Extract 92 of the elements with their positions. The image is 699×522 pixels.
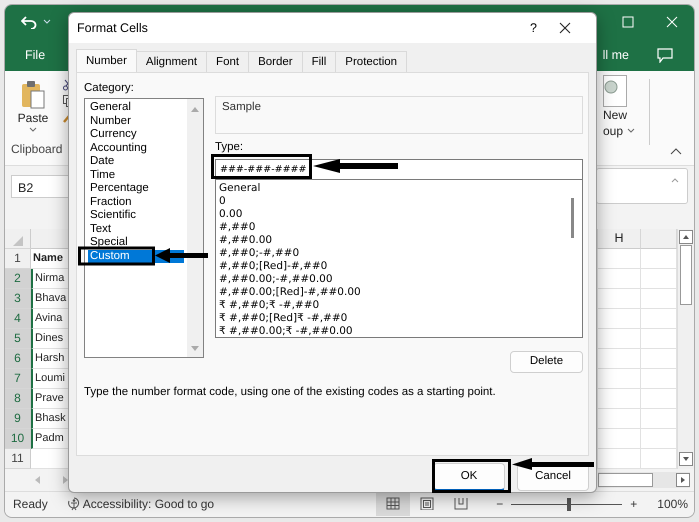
table-cell [598,289,641,309]
caret-icon[interactable] [29,127,37,133]
scroll-right-icon[interactable] [676,473,690,487]
row-header[interactable]: 11 [5,449,31,469]
table-cell [598,249,641,269]
table-cell [641,349,677,369]
table-cell [641,369,677,389]
status-text: Ready [13,496,48,512]
zoom-in-button[interactable]: + [630,494,638,512]
scroll-thumb[interactable] [680,245,692,305]
table-cell [598,309,641,329]
table-cell [641,269,677,289]
table-cell [598,269,641,289]
row-header[interactable]: 10 [5,429,31,449]
list-item[interactable]: Special [88,236,184,250]
table-cell [641,309,677,329]
undo-icon[interactable] [21,15,37,29]
caret-icon[interactable] [671,177,679,183]
row-header[interactable]: 6 [5,349,31,369]
accessibility-status[interactable]: Accessibility: Good to go [82,494,214,512]
scroll-down-icon[interactable] [679,452,693,466]
table-cell [641,289,677,309]
row-header[interactable]: 8 [5,389,31,409]
format-list[interactable]: General 0 0.00 #,##0 #,##0.00 #,##0;-#,##0 #,##0;[Red]-#,##0 #,##0.00;-#,##0.00 #,##0.00;[Red]-#,##0.00 ₹ #,##0;₹ -#,##0 ₹ #,##0;[Red]₹ -#,##0 ₹ #,##0.00;₹ -#,##0.00 [215,179,583,338]
list-item[interactable]: Percentage [88,182,184,196]
row-header[interactable]: 5 [5,329,31,349]
table-cell [641,429,677,449]
horizontal-scrollbar[interactable] [598,472,690,488]
row-header[interactable]: 4 [5,309,31,329]
row-header[interactable]: 2 [5,269,31,289]
row-header[interactable]: 7 [5,369,31,389]
list-item[interactable]: General [219,182,559,195]
table-cell [641,249,677,269]
zoom-slider[interactable] [509,496,624,510]
close-icon[interactable] [559,22,571,34]
clipboard-icon [20,79,46,109]
list-item[interactable]: Accounting [88,142,184,155]
row-header[interactable]: 1 [5,249,31,269]
list-item[interactable]: ₹ #,##0;₹ -#,##0 [219,299,559,312]
row-header[interactable]: 9 [5,409,31,429]
ok-button[interactable]: OK [433,463,505,491]
list-item[interactable]: Date [88,155,184,168]
list-item[interactable]: ₹ #,##0;[Red]₹ -#,##0 [219,312,559,325]
help-button[interactable]: ? [530,18,537,38]
list-item[interactable]: Currency [88,128,184,142]
table-cell [641,329,677,349]
tell-me-field[interactable]: ll me [602,46,629,64]
zoom-level[interactable]: 100% [657,494,688,512]
tab[interactable]: Protection [335,51,408,72]
paste-button[interactable]: Paste [13,79,53,133]
scroll-thumb[interactable] [571,198,574,238]
normal-view-icon [386,497,400,510]
group-label: Clipboard [11,141,64,158]
caret-icon [627,128,636,134]
row-header[interactable]: 3 [5,289,31,309]
collapse-ribbon-icon[interactable] [670,147,682,155]
table-cell [641,409,677,429]
new-group-button[interactable]: New oup [603,71,643,165]
list-item[interactable]: #,##0.00;[Red]-#,##0.00 [219,286,559,299]
list-item[interactable]: General [88,101,184,114]
comment-icon[interactable] [657,48,673,62]
view-button[interactable] [376,492,410,516]
table-cell [641,389,677,409]
accessibility-icon[interactable] [66,496,82,510]
list-item[interactable]: #,##0 [219,221,559,234]
vertical-scrollbar[interactable] [677,229,694,469]
tab[interactable]: Number [76,49,137,72]
list-item[interactable]: Fraction [88,196,184,209]
page-break-view-icon [454,497,468,510]
scroll-up-icon[interactable] [679,230,693,244]
field-label: Type: [215,140,244,154]
table-cell [598,389,641,409]
list-item[interactable]: Number [88,114,184,128]
category-list[interactable]: General Number Currency Accounting Date Time Percentage Fraction Scientific Text Special Custom [84,98,204,358]
list-item[interactable]: #,##0.00 [219,234,559,247]
list-item[interactable]: #,##0.00;-#,##0.00 [219,273,559,286]
list-item[interactable]: #,##0;-#,##0 [219,247,559,260]
list-item[interactable]: 0.00 [219,208,559,221]
zoom-out-button[interactable]: − [496,494,504,512]
file-tab[interactable]: File [25,46,46,64]
list-item[interactable]: Time [88,168,184,182]
list-item[interactable]: 0 [219,195,559,208]
dialog-title: Format Cells [77,20,148,37]
field-label: Category: [84,82,135,94]
list-item[interactable]: Scientific [88,209,184,222]
list-item[interactable]: Text [88,222,184,236]
column-header[interactable]: H [598,229,641,249]
delete-button[interactable]: Delete [510,351,583,373]
page-layout-view-icon [420,497,434,510]
group-label: Sample [222,101,261,113]
arrow [155,248,208,263]
maximize-icon[interactable] [622,16,634,28]
